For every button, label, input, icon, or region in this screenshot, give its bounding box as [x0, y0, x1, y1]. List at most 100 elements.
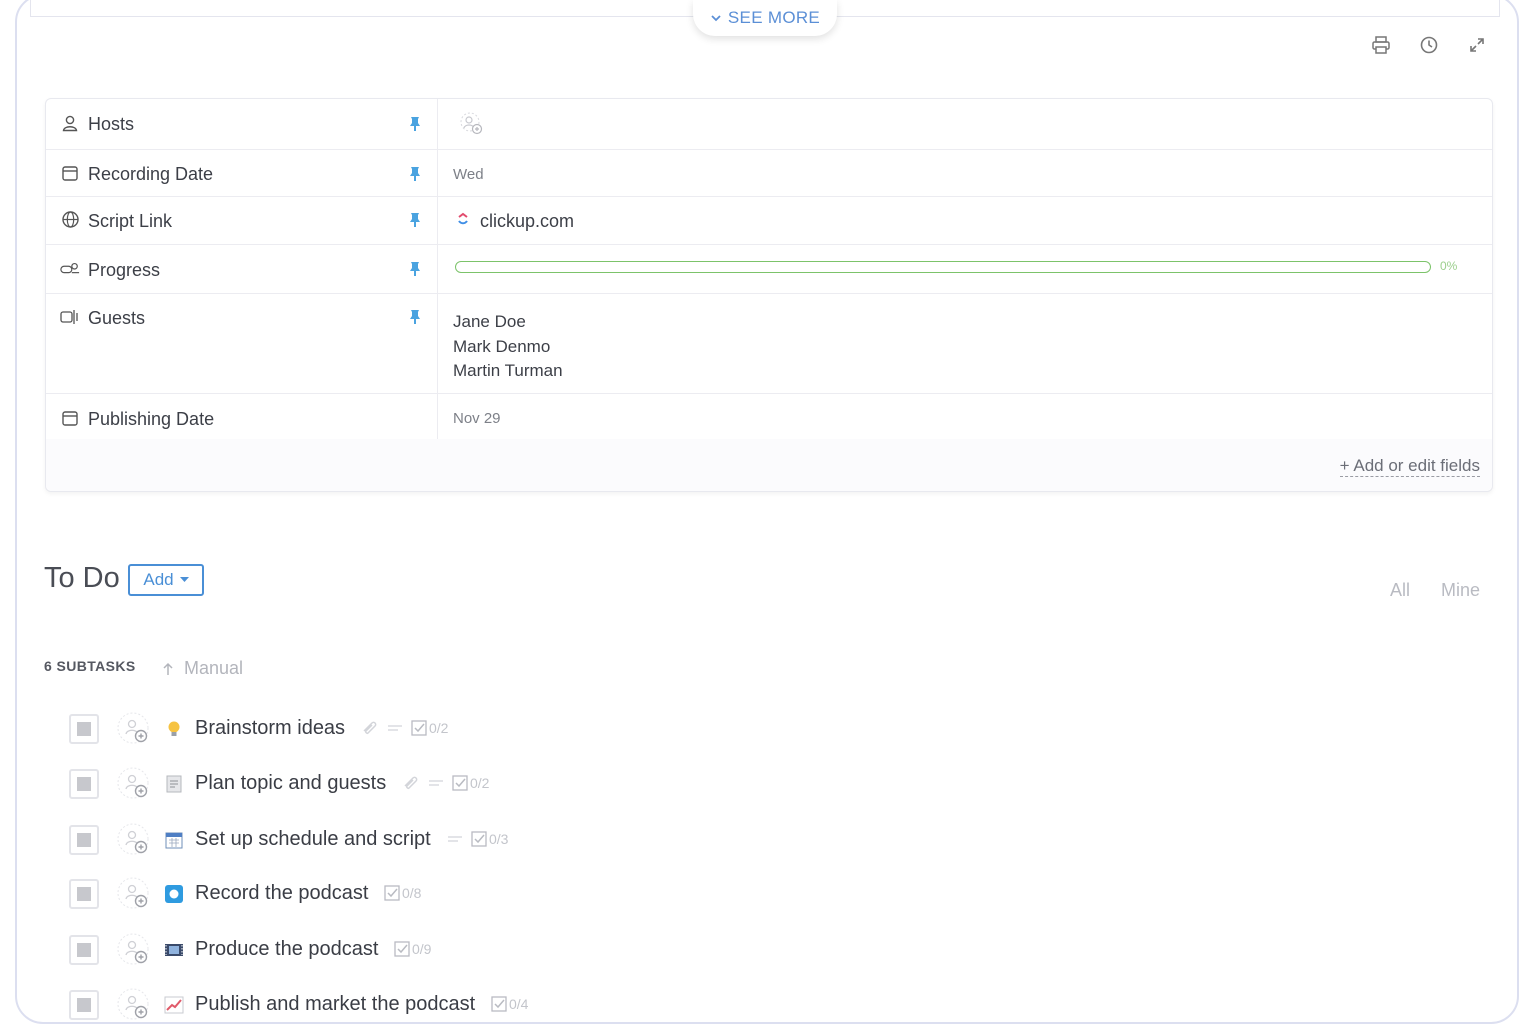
checklist-icon [394, 941, 410, 957]
add-assignee-icon[interactable] [116, 932, 152, 968]
task-name[interactable]: Publish and market the podcast [195, 993, 475, 1016]
add-assignee-icon[interactable] [116, 711, 152, 747]
progress-icon [60, 259, 80, 279]
checklist-label: 0/4 [509, 996, 529, 1012]
checklist-count: 0/8 [384, 885, 421, 901]
task-meta: 0/8 [384, 885, 421, 901]
see-more-button[interactable]: SEE MORE [693, 0, 837, 36]
field-name-cell: Guests [46, 294, 438, 393]
task-meta: 0/3 [447, 831, 508, 847]
sort-manual[interactable]: Manual [162, 658, 243, 679]
field-name-cell: Script Link [46, 197, 438, 244]
pin-icon[interactable] [408, 165, 422, 183]
checklist-icon [452, 775, 468, 791]
see-more-label: SEE MORE [727, 8, 821, 27]
guest-name: Mark Denmo [453, 336, 551, 356]
guest-name: Martin Turman [453, 361, 563, 380]
field-name-cell: Progress [46, 245, 438, 293]
task-name[interactable]: Set up schedule and script [195, 828, 431, 851]
clickup-logo-icon [458, 212, 468, 225]
record-icon [164, 884, 184, 904]
checklist-count: 0/2 [452, 775, 489, 791]
field-label: Guests [88, 308, 146, 328]
task-checkbox[interactable] [69, 825, 99, 855]
publishing-date-value[interactable]: Nov 29 [453, 410, 501, 427]
attachment-icon[interactable] [361, 721, 379, 735]
pin-icon[interactable] [408, 211, 422, 229]
field-name-cell: Publishing Date [46, 394, 438, 442]
film-icon [164, 940, 184, 960]
pin-icon[interactable] [408, 260, 422, 278]
checklist-label: 0/9 [412, 941, 432, 957]
people-icon [60, 307, 80, 327]
task-checkbox[interactable] [69, 769, 99, 799]
task-name[interactable]: Brainstorm ideas [195, 717, 345, 740]
checklist-icon [491, 996, 507, 1012]
field-row-publishing-date: Publishing Date Nov 29 [46, 394, 1492, 442]
task-name[interactable]: Record the podcast [195, 882, 368, 905]
pin-icon[interactable] [408, 115, 422, 133]
description-icon[interactable] [428, 778, 444, 788]
guest-name: Jane Doe [453, 312, 526, 331]
lightbulb-icon [164, 719, 184, 739]
checklist-label: 0/3 [489, 831, 509, 847]
add-assignee-icon[interactable] [456, 110, 488, 140]
task-name[interactable]: Plan topic and guests [195, 772, 386, 795]
script-link-value[interactable]: clickup.com [480, 211, 574, 232]
checklist-icon [384, 885, 400, 901]
calendar-icon [60, 408, 80, 428]
subtask-count: 6 SUBTASKS [44, 658, 136, 674]
field-label: Hosts [88, 114, 135, 134]
field-label: Progress [88, 260, 161, 280]
task-meta: 0/9 [394, 941, 431, 957]
add-assignee-icon[interactable] [116, 822, 152, 858]
attachment-icon[interactable] [402, 776, 420, 790]
task-meta: 0/4 [491, 996, 528, 1012]
field-row-guests: Guests Jane Doe Mark Denmo Martin Turman [46, 294, 1492, 394]
add-assignee-icon[interactable] [116, 766, 152, 802]
checklist-count: 0/3 [471, 831, 508, 847]
field-name-cell: Hosts [46, 99, 438, 149]
chart-icon [164, 995, 184, 1015]
field-row-recording-date: Recording Date Wed [46, 150, 1492, 197]
calendar-icon [60, 163, 80, 183]
task-checkbox[interactable] [69, 935, 99, 965]
checklist-label: 0/8 [402, 885, 422, 901]
pin-icon[interactable] [408, 308, 422, 326]
add-subtask-button[interactable]: Add [128, 564, 204, 596]
history-icon[interactable] [1418, 34, 1440, 56]
recording-date-value[interactable]: Wed [453, 166, 484, 183]
filter-all[interactable]: All [1390, 580, 1410, 601]
calendar-icon [164, 830, 184, 850]
expand-icon[interactable] [1466, 34, 1488, 56]
caret-down-icon [179, 577, 189, 582]
progress-bar [455, 261, 1431, 273]
task-meta: 0/2 [361, 720, 448, 736]
printer-icon[interactable] [1370, 34, 1392, 56]
checklist-icon [411, 720, 427, 736]
memo-icon [164, 774, 184, 794]
add-edit-fields-link[interactable]: + Add or edit fields [1339, 456, 1480, 477]
checklist-label: 0/2 [429, 720, 449, 736]
guests-value[interactable]: Jane Doe Mark Denmo Martin Turman [453, 310, 563, 384]
task-name[interactable]: Produce the podcast [195, 938, 378, 961]
filter-mine[interactable]: Mine [1441, 580, 1480, 601]
fields-footer [46, 439, 1492, 491]
field-label: Script Link [88, 211, 173, 231]
task-checkbox[interactable] [69, 714, 99, 744]
add-assignee-icon[interactable] [116, 987, 152, 1023]
checklist-icon [471, 831, 487, 847]
task-checkbox[interactable] [69, 879, 99, 909]
globe-icon [60, 209, 80, 229]
add-label: Add [143, 570, 174, 589]
checklist-count: 0/2 [411, 720, 448, 736]
add-assignee-icon[interactable] [116, 876, 152, 912]
user-icon [60, 113, 80, 133]
field-row-progress: Progress 0% [46, 245, 1492, 294]
task-meta: 0/2 [402, 775, 489, 791]
sort-arrow-icon [163, 662, 173, 675]
task-checkbox[interactable] [69, 990, 99, 1020]
checklist-count: 0/9 [394, 941, 431, 957]
description-icon[interactable] [447, 834, 463, 844]
description-icon[interactable] [387, 723, 403, 733]
